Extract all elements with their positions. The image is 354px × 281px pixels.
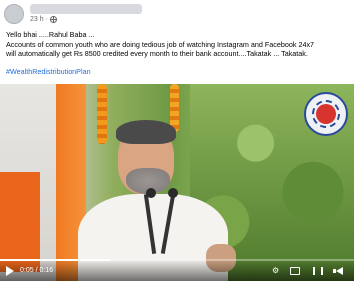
- volume-icon[interactable]: [336, 267, 343, 275]
- video-speaker: [78, 120, 228, 281]
- post-line-3: will automatically get Rs 8500 credited …: [6, 49, 308, 58]
- video-progress-fill: [0, 259, 110, 261]
- video-time-display: 0:05 / 0:16: [20, 267, 54, 274]
- post-line-1: Yello bhai .....Rahul Baba ...: [6, 30, 95, 39]
- picture-in-picture-icon[interactable]: [290, 267, 300, 275]
- video-controls-bar: [0, 259, 354, 281]
- speaker-hair: [116, 120, 176, 144]
- microphone-1: [146, 188, 156, 198]
- author-name-redacted[interactable]: [30, 4, 142, 14]
- play-icon[interactable]: [6, 266, 14, 276]
- video-player[interactable]: [0, 84, 354, 281]
- post-meta: 23 h ·: [30, 16, 57, 23]
- fullscreen-icon[interactable]: [313, 267, 323, 275]
- post-header: 23 h ·: [0, 0, 354, 28]
- globe-icon: [49, 16, 57, 23]
- avatar[interactable]: [4, 4, 24, 24]
- microphone-2: [168, 188, 178, 198]
- channel-watermark-logo: [304, 92, 348, 136]
- gear-icon[interactable]: ⚙: [272, 266, 279, 276]
- post-line-2: Accounts of common youth who are doing t…: [6, 39, 315, 49]
- video-orange-panel: [0, 172, 40, 272]
- hashtag-link[interactable]: #WealthRedistributionPlan: [6, 67, 91, 76]
- video-progress-bar[interactable]: [0, 259, 354, 261]
- post-timestamp[interactable]: 23 h: [30, 16, 44, 23]
- post-text: Yello bhai .....Rahul Baba ... Accounts …: [6, 30, 352, 59]
